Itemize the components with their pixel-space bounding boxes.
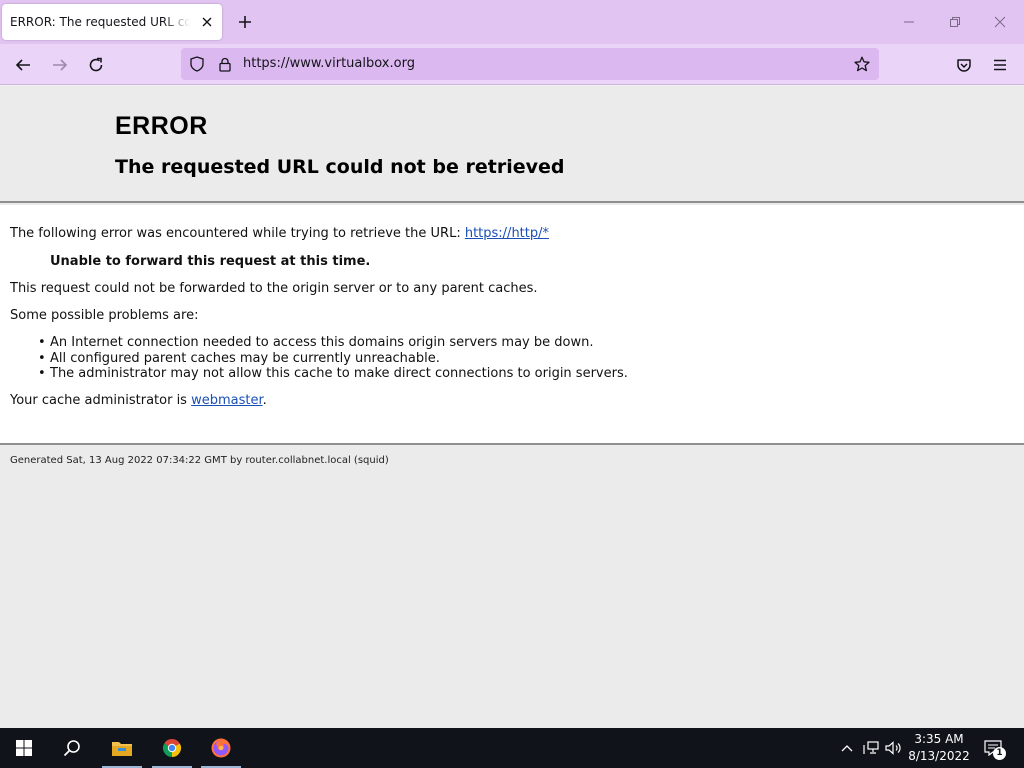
clock-date: 8/13/2022 [908, 749, 970, 763]
admin-paragraph: Your cache administrator is webmaster. [10, 393, 267, 408]
hamburger-menu-icon[interactable] [987, 52, 1013, 78]
lock-icon[interactable] [215, 54, 235, 74]
arrow-left-icon[interactable] [10, 52, 36, 78]
search-icon[interactable] [48, 728, 96, 768]
navigation-toolbar: https://www.virtualbox.org [0, 44, 1024, 85]
url-text[interactable]: https://www.virtualbox.org [243, 56, 415, 71]
page-subtitle: The requested URL could not be retrieved [115, 156, 565, 178]
reload-icon[interactable] [83, 52, 109, 78]
list-item-text: An Internet connection needed to access … [50, 335, 594, 350]
close-icon[interactable] [198, 13, 216, 31]
problems-heading: Some possible problems are: [10, 308, 199, 323]
browser-tab[interactable]: ERROR: The requested URL could not be re… [2, 4, 222, 40]
restore-icon[interactable] [943, 10, 967, 34]
generated-footer: Generated Sat, 13 Aug 2022 07:34:22 GMT … [10, 455, 389, 466]
list-item: • The administrator may not allow this ca… [38, 366, 628, 381]
network-icon[interactable] [861, 738, 881, 758]
start-icon[interactable] [0, 728, 48, 768]
error-url-link[interactable]: https://http/* [465, 226, 549, 241]
chevron-up-icon[interactable] [837, 738, 857, 758]
page-title: ERROR [115, 112, 208, 140]
minimize-icon[interactable] [897, 10, 921, 34]
notification-count: 1 [993, 747, 1006, 760]
taskbar: 3:35 AM 8/13/2022 1 [0, 728, 1024, 768]
plus-icon[interactable] [234, 11, 256, 33]
url-bar[interactable]: https://www.virtualbox.org [181, 48, 879, 80]
error-detail: This request could not be forwarded to t… [10, 281, 538, 296]
close-icon[interactable] [988, 10, 1012, 34]
intro-paragraph: The following error was encountered whil… [10, 226, 549, 241]
list-item: • An Internet connection needed to access… [38, 335, 594, 350]
clock-time: 3:35 AM [914, 732, 964, 746]
star-icon[interactable] [851, 53, 873, 75]
list-item-text: The administrator may not allow this cac… [50, 366, 628, 381]
chrome-icon[interactable] [148, 728, 196, 768]
intro-text: The following error was encountered whil… [10, 226, 465, 241]
page-content: ERROR The requested URL could not be ret… [0, 86, 1024, 728]
error-summary: Unable to forward this request at this t… [50, 254, 371, 269]
volume-icon[interactable] [884, 738, 904, 758]
admin-suffix: . [262, 393, 267, 408]
error-header: ERROR The requested URL could not be ret… [0, 86, 1024, 203]
webmaster-link[interactable]: webmaster [191, 393, 263, 408]
admin-text: Your cache administrator is [10, 393, 192, 408]
list-item-text: All configured parent caches may be curr… [50, 351, 440, 366]
tab-strip: ERROR: The requested URL could not be re… [0, 0, 1024, 44]
shield-icon[interactable] [187, 54, 207, 74]
notification-icon[interactable]: 1 [980, 736, 1006, 760]
firefox-icon[interactable] [197, 728, 245, 768]
list-item: • All configured parent caches may be cur… [38, 351, 440, 366]
taskbar-clock[interactable]: 3:35 AM 8/13/2022 [904, 731, 974, 765]
error-body: The following error was encountered whil… [0, 205, 1024, 445]
pocket-icon[interactable] [951, 52, 977, 78]
arrow-right-icon[interactable] [47, 52, 73, 78]
file-explorer-icon[interactable] [98, 728, 146, 768]
tab-title: ERROR: The requested URL could not be re… [10, 15, 190, 29]
